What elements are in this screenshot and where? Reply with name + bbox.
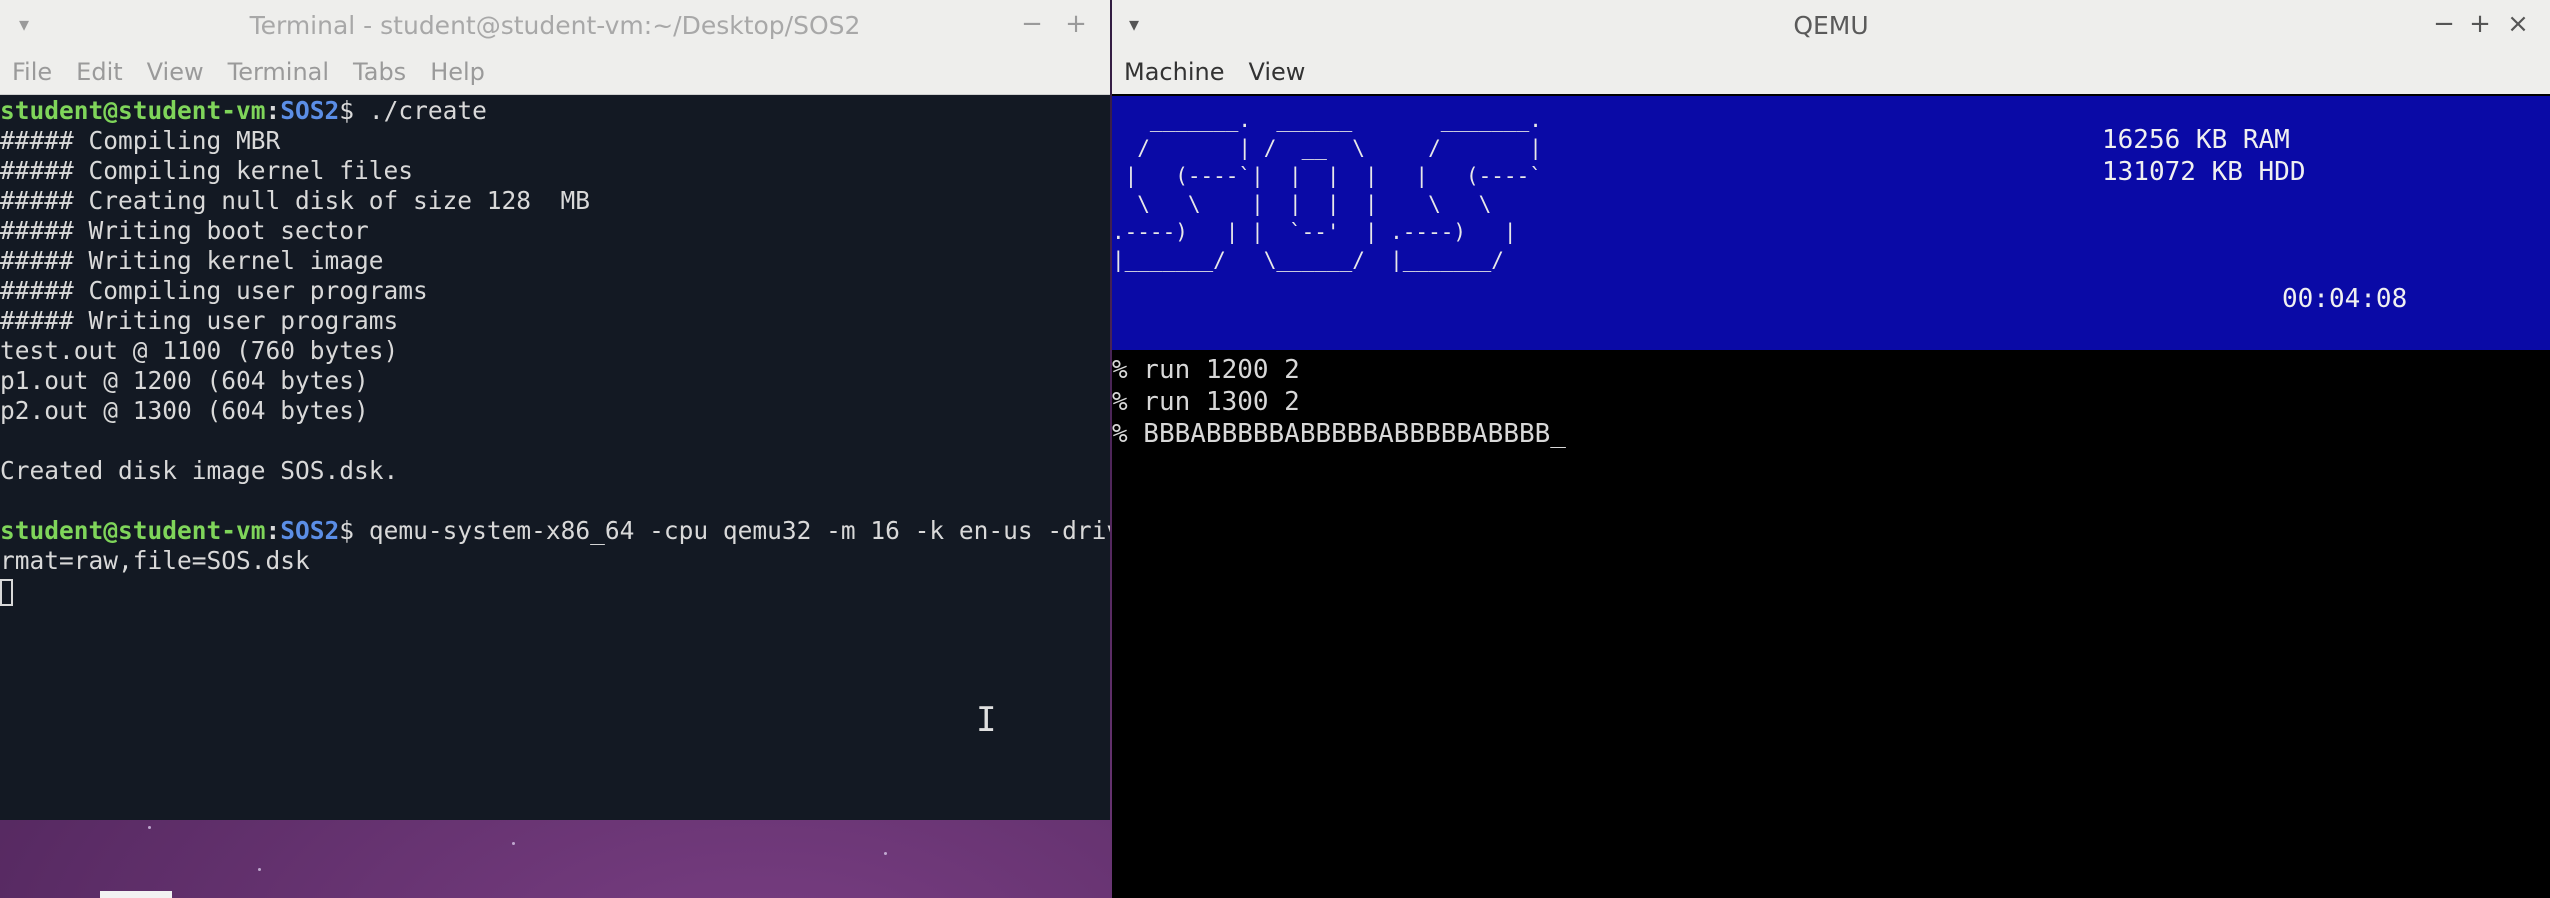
menu-view[interactable]: View <box>1236 58 1317 86</box>
cursor-line <box>0 576 1110 606</box>
qemu-title: QEMU <box>1793 10 1869 40</box>
menu-terminal[interactable]: Terminal <box>216 58 341 86</box>
qemu-window: ▾ QEMU − + × Machine View _______. _____… <box>1112 0 2550 898</box>
qemu-menubar: Machine View <box>1112 50 2550 94</box>
minimize-icon[interactable]: − <box>2430 10 2458 38</box>
taskbar-item[interactable] <box>100 891 172 898</box>
text-cursor <box>0 578 13 606</box>
hdd-info: 131072 KB HDD <box>2102 157 2306 187</box>
output-line: ##### Writing boot sector <box>0 216 369 245</box>
output-line: ##### Writing kernel image <box>0 246 384 275</box>
console-line: % run 1200 2 <box>1112 355 1300 385</box>
prompt-line: student@student-vm:SOS2$ qemu-system-x86… <box>0 516 1110 546</box>
ibeam-cursor-icon: I <box>976 700 997 740</box>
window-menu-icon[interactable]: ▾ <box>10 10 38 38</box>
ram-info: 16256 KB RAM <box>2102 125 2290 155</box>
output-line: ##### Compiling kernel files <box>0 156 414 185</box>
prompt-line: student@student-vm:SOS2$ ./create <box>0 96 487 125</box>
command-text: ./create <box>354 96 487 125</box>
wallpaper-star <box>258 868 261 871</box>
prompt-user: student@student-vm <box>0 516 266 545</box>
output-line: ##### Writing user programs <box>0 306 399 335</box>
output-line: Created disk image SOS.dsk. <box>0 456 399 485</box>
prompt-symbol: $ <box>339 516 355 545</box>
command-text: qemu-system-x86_64 -cpu qemu32 -m 16 -k … <box>354 516 1110 545</box>
maximize-icon[interactable]: + <box>1062 10 1090 38</box>
menu-view[interactable]: View <box>135 58 216 86</box>
close-icon[interactable]: × <box>2504 10 2532 38</box>
menu-machine[interactable]: Machine <box>1112 58 1236 86</box>
output-line: ##### Compiling MBR <box>0 126 281 155</box>
terminal-titlebar[interactable]: ▾ Terminal - student@student-vm:~/Deskto… <box>0 0 1110 50</box>
output-line: test.out @ 1100 (760 bytes) <box>0 336 399 365</box>
wallpaper-star <box>512 842 515 845</box>
console-line: % BBBABBBBBABBBBBABBBBBABBBB_ <box>1112 419 1566 449</box>
menu-help[interactable]: Help <box>418 58 497 86</box>
wallpaper-star <box>884 852 887 855</box>
menu-file[interactable]: File <box>0 58 64 86</box>
qemu-titlebar[interactable]: ▾ QEMU − + × <box>1112 0 2550 50</box>
output-line: p1.out @ 1200 (604 bytes) <box>0 366 369 395</box>
terminal-window: ▾ Terminal - student@student-vm:~/Deskto… <box>0 0 1110 820</box>
output-line: ##### Compiling user programs <box>0 276 428 305</box>
terminal-content[interactable]: student@student-vm:SOS2$ ./create ##### … <box>0 96 1110 820</box>
sos-console: % run 1200 2 % run 1300 2 % BBBABBBBBABB… <box>1112 354 1566 450</box>
wallpaper-star <box>148 826 151 829</box>
prompt-user: student@student-vm <box>0 96 266 125</box>
prompt-path: SOS2 <box>280 516 340 545</box>
terminal-menubar: File Edit View Terminal Tabs Help <box>0 50 1110 95</box>
menu-tabs[interactable]: Tabs <box>341 58 418 86</box>
uptime-clock: 00:04:08 <box>2282 284 2408 314</box>
output-line: p2.out @ 1300 (604 bytes) <box>0 396 369 425</box>
output-line: ##### Creating null disk of size 128 MB <box>0 186 591 215</box>
maximize-icon[interactable]: + <box>2466 10 2494 38</box>
sos-ascii-logo: _______. ______ _______. / | / __ \ / | … <box>1112 108 1542 272</box>
minimize-icon[interactable]: − <box>1018 10 1046 38</box>
terminal-title: Terminal - student@student-vm:~/Desktop/… <box>249 10 861 40</box>
prompt-path: SOS2 <box>280 96 340 125</box>
window-menu-icon[interactable]: ▾ <box>1120 10 1148 38</box>
system-info: 16256 KB RAM 131072 KB HDD <box>2102 124 2306 188</box>
prompt-symbol: $ <box>339 96 355 125</box>
qemu-display[interactable]: _______. ______ _______. / | / __ \ / | … <box>1112 96 2550 898</box>
sos-banner: _______. ______ _______. / | / __ \ / | … <box>1112 96 2550 350</box>
command-wrap-line: rmat=raw,file=SOS.dsk <box>0 546 310 575</box>
menu-edit[interactable]: Edit <box>64 58 134 86</box>
console-line: % run 1300 2 <box>1112 387 1300 417</box>
